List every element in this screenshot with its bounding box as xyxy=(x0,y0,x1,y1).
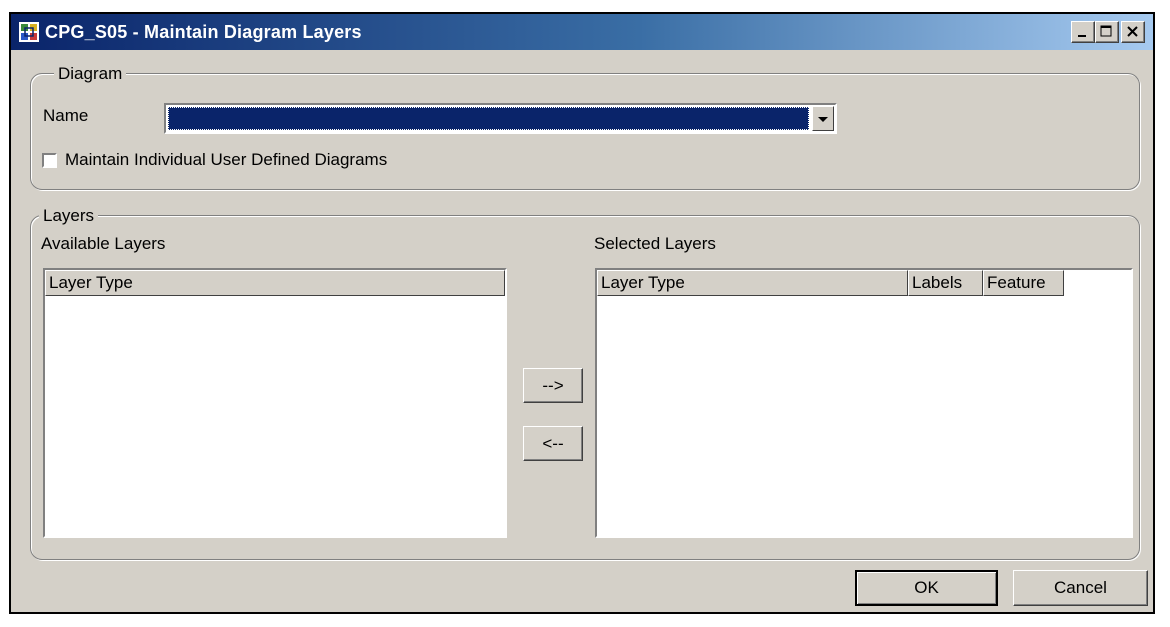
window-title: CPG_S05 - Maintain Diagram Layers xyxy=(45,22,362,42)
maximize-button[interactable] xyxy=(1095,21,1119,43)
name-label: Name xyxy=(43,106,89,125)
selected-column-feature[interactable]: Feature xyxy=(983,270,1064,296)
available-layers-label: Available Layers xyxy=(41,234,166,253)
diagram-name-combobox[interactable] xyxy=(164,103,837,134)
maintain-user-diagrams-checkbox[interactable] xyxy=(42,153,57,168)
close-icon xyxy=(1127,26,1138,37)
diagram-name-selection xyxy=(168,107,809,130)
available-column-layer-type[interactable]: Layer Type xyxy=(45,270,505,296)
selected-layers-list[interactable]: Layer Type Labels Feature xyxy=(595,268,1133,538)
maximize-icon xyxy=(1100,25,1112,37)
diagram-group-legend: Diagram xyxy=(54,64,127,84)
minimize-button[interactable] xyxy=(1071,21,1095,43)
remove-layer-button[interactable]: <-- xyxy=(523,426,583,461)
close-button[interactable] xyxy=(1121,21,1145,43)
add-layer-button[interactable]: --> xyxy=(523,368,583,403)
dialog-window: CPG_S05 - Maintain Diagram Layers Diagra… xyxy=(9,12,1155,614)
layers-group-legend: Layers xyxy=(39,206,99,226)
selected-column-labels[interactable]: Labels xyxy=(908,270,983,296)
combobox-dropdown-button[interactable] xyxy=(812,106,834,131)
cancel-button[interactable]: Cancel xyxy=(1013,570,1148,606)
selected-layers-label: Selected Layers xyxy=(594,234,716,253)
title-bar[interactable]: CPG_S05 - Maintain Diagram Layers xyxy=(11,14,1153,50)
maintain-user-diagrams-label: Maintain Individual User Defined Diagram… xyxy=(65,150,388,169)
diagram-layers-app-icon xyxy=(19,22,39,42)
ok-button[interactable]: OK xyxy=(855,570,998,606)
available-layers-list[interactable]: Layer Type xyxy=(43,268,507,538)
minimize-icon xyxy=(1078,35,1086,37)
chevron-down-icon xyxy=(818,117,828,122)
selected-column-layer-type[interactable]: Layer Type xyxy=(597,270,908,296)
